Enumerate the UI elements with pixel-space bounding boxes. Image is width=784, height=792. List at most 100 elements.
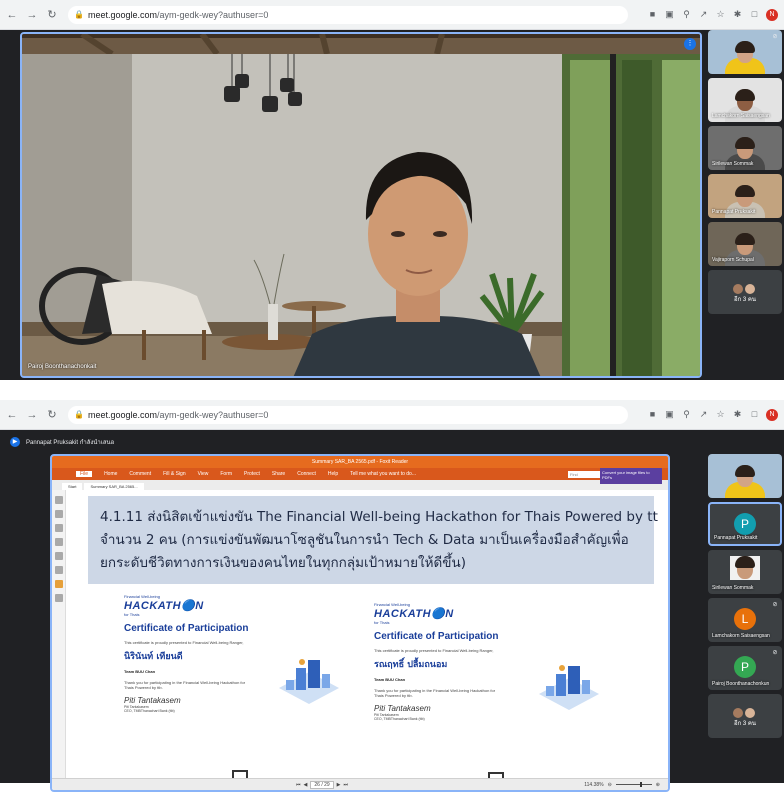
star-icon[interactable]: ☆ — [715, 9, 726, 20]
prev-page-icon[interactable]: ◀ — [304, 782, 308, 788]
zoom-slider[interactable] — [615, 782, 652, 787]
lock-icon: 🔒 — [74, 410, 84, 419]
profile-avatar[interactable]: N — [766, 8, 778, 21]
hackathon-logo-sub: for Thais — [124, 612, 140, 617]
presenting-bar: ▶ Pannapat Pruksakit กำลังนำเสนอ — [0, 430, 784, 454]
presenting-label: Pannapat Pruksakit กำลังนำเสนอ — [26, 440, 115, 446]
pdf-page: 4.1.11 ส่งนิสิตเข้าแข่งขัน The Financial… — [84, 490, 658, 778]
more-participants-tile[interactable]: อีก 3 คน — [708, 694, 782, 738]
menu-home[interactable]: Home — [104, 471, 117, 477]
extensions-icon[interactable]: ✱ — [732, 409, 743, 420]
participant-tile[interactable]: ⊘ — [708, 30, 782, 74]
participant-tile[interactable]: Sirilewan Sommak — [708, 550, 782, 594]
url-path: /aym-gedk-wey?authuser=0 — [157, 9, 269, 20]
main-speaker-tile[interactable]: ⋮ Pairoj Boonthanachonkait — [20, 32, 702, 378]
share-icon[interactable]: ↗ — [698, 409, 709, 420]
hand-tool-icon[interactable] — [55, 496, 63, 504]
menu-file[interactable]: File — [76, 471, 93, 477]
tools-icon[interactable] — [55, 594, 63, 602]
participant-tile[interactable]: P Pannapat Pruksakit — [708, 502, 782, 546]
profile-avatar[interactable]: N — [766, 408, 778, 421]
participant-name: Lamchakorn Saisaengsan — [712, 633, 770, 639]
pdf-menu-bar: File Home Comment Fill & Sign View Form … — [52, 468, 668, 480]
browser-actions: ■ ▣ ⚲ ↗ ☆ ✱ □ N — [647, 408, 784, 421]
participant-hair — [735, 184, 755, 197]
reload-icon[interactable]: ↻ — [44, 407, 60, 423]
back-icon[interactable]: ← — [4, 7, 20, 23]
camera-icon[interactable]: ■ — [647, 9, 658, 20]
participant-tile[interactable]: Lamchakorn Saisaengsan — [708, 78, 782, 122]
cast-icon[interactable]: ▣ — [664, 9, 675, 20]
last-page-icon[interactable]: ⏭ — [344, 782, 349, 788]
tab-start[interactable]: Start — [62, 483, 83, 490]
reload-icon[interactable]: ↻ — [44, 7, 60, 23]
avatar: L — [734, 607, 756, 630]
participant-tile[interactable]: Vajiraporn Schupal — [708, 222, 782, 266]
sidebar-icon[interactable]: □ — [749, 9, 760, 20]
url-host: meet.google.com — [87, 9, 158, 20]
participant-tile[interactable]: Pannapat Pruksakit — [708, 174, 782, 218]
more-participants-tile[interactable]: อีก 3 คน — [708, 270, 782, 314]
browser-toolbar: ← → ↻ 🔒 meet.google.com/aym-gedk-wey?aut… — [0, 0, 784, 30]
pdf-tab-bar: Start Summary SAR_BA 2565... — [52, 480, 668, 490]
menu-fill-sign[interactable]: Fill & Sign — [163, 471, 186, 477]
participant-tile[interactable]: P ⊘ Pairoj Boonthanachonkun — [708, 646, 782, 690]
zoom-icon[interactable]: ⚲ — [681, 9, 692, 20]
participant-tile[interactable] — [708, 454, 782, 498]
menu-help[interactable]: Help — [328, 471, 338, 477]
lock-icon[interactable] — [55, 580, 63, 588]
layers-icon[interactable] — [55, 566, 63, 574]
address-bar[interactable]: 🔒 meet.google.com/aym-gedk-wey?authuser=… — [68, 405, 628, 424]
convert-banner[interactable]: Convert your image files to PDFs — [600, 468, 662, 484]
share-icon[interactable]: ↗ — [698, 9, 709, 20]
participant-name: Pannapat Pruksakit — [712, 209, 756, 215]
pdf-left-toolbar — [52, 490, 66, 778]
mic-off-icon: ⊘ — [772, 602, 778, 608]
address-bar[interactable]: 🔒 meet.google.com/aym-gedk-wey?authuser=… — [68, 5, 628, 24]
participant-hair — [735, 232, 755, 245]
forward-icon[interactable]: → — [24, 7, 40, 23]
page-number-input[interactable]: 26 / 29 — [310, 780, 334, 789]
browser-toolbar: ← → ↻ 🔒 meet.google.com/aym-gedk-wey?aut… — [0, 400, 784, 430]
next-page-icon[interactable]: ▶ — [337, 782, 341, 788]
first-page-icon[interactable]: ⏮ — [296, 782, 301, 788]
certificate-presented: This certificate is proudly presented to… — [124, 640, 244, 645]
pages-icon[interactable] — [55, 510, 63, 518]
zoom-in-icon[interactable]: ⊕ — [656, 782, 660, 788]
sidebar-icon[interactable]: □ — [749, 409, 760, 420]
forward-icon[interactable]: → — [24, 407, 40, 423]
star-icon[interactable]: ☆ — [715, 409, 726, 420]
speaker-video — [22, 34, 700, 376]
menu-connect[interactable]: Connect — [297, 471, 316, 477]
camera-icon[interactable]: ■ — [647, 409, 658, 420]
isometric-city-illustration — [279, 659, 339, 704]
heading-line-1: 4.1.11 ส่งนิสิตเข้าแข่งขัน The Financial… — [100, 509, 658, 525]
certificate-thanks: Thank you for participating in the Finan… — [124, 680, 246, 690]
comment-icon[interactable] — [55, 538, 63, 546]
meet-stage: ⋮ Pairoj Boonthanachonkait ⊘ Lamchakorn … — [0, 30, 784, 380]
lock-icon: 🔒 — [74, 10, 84, 19]
participant-tile[interactable]: Sirilewan Sommak — [708, 126, 782, 170]
attachment-icon[interactable] — [55, 552, 63, 560]
pdf-viewer-window: Summary SAR_BA 2565.pdf - Foxit Reader F… — [50, 454, 670, 792]
menu-protect[interactable]: Protect — [244, 471, 260, 477]
pdf-status-bar: ⏮ ◀ 26 / 29 ▶ ⏭ 114.38% ⊖ ⊕ — [52, 778, 668, 790]
zoom-icon[interactable]: ⚲ — [681, 409, 692, 420]
top-screenshot: ← → ↻ 🔒 meet.google.com/aym-gedk-wey?aut… — [0, 0, 784, 380]
menu-comment[interactable]: Comment — [129, 471, 151, 477]
extensions-icon[interactable]: ✱ — [732, 9, 743, 20]
participant-name: Sirilewan Sommak — [712, 161, 754, 167]
back-icon[interactable]: ← — [4, 407, 20, 423]
bookmark-icon[interactable] — [55, 524, 63, 532]
menu-view[interactable]: View — [198, 471, 209, 477]
url-path: /aym-gedk-wey?authuser=0 — [157, 409, 269, 420]
tell-me-input[interactable]: Tell me what you want to do... — [350, 471, 416, 477]
participant-tile[interactable]: L ⊘ Lamchakorn Saisaengsan — [708, 598, 782, 642]
menu-share[interactable]: Share — [272, 471, 285, 477]
menu-form[interactable]: Form — [220, 471, 232, 477]
zoom-out-icon[interactable]: ⊖ — [608, 782, 612, 788]
tab-document[interactable]: Summary SAR_BA 2565... — [84, 483, 144, 490]
cast-icon[interactable]: ▣ — [664, 409, 675, 420]
pin-icon[interactable]: ⋮ — [684, 38, 696, 50]
card-reader-icon — [232, 770, 248, 778]
